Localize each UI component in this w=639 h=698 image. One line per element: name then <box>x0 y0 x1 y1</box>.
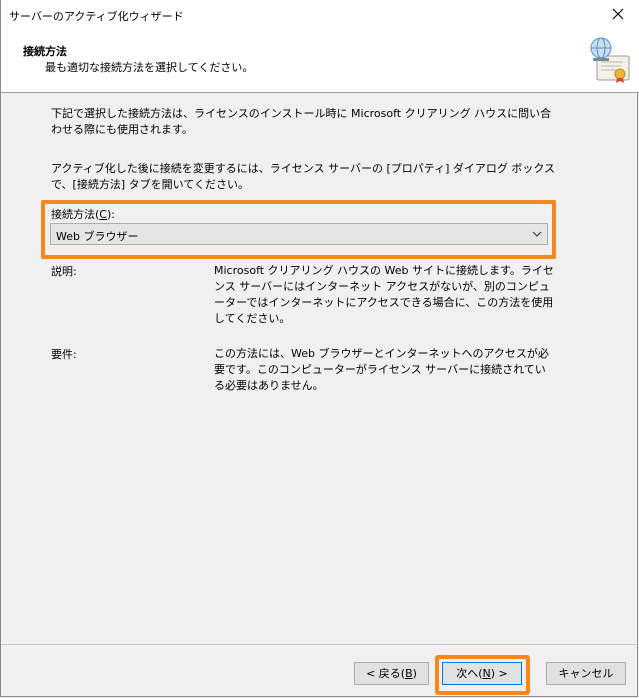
intro-paragraph-1: 下記で選択した接続方法は、ライセンスのインストール時に Microsoft クリ… <box>51 107 552 136</box>
requirements-label: 要件: <box>51 348 77 361</box>
connection-method-value: Web ブラウザー <box>56 230 139 243</box>
page-title: 接続方法 <box>23 45 67 58</box>
connection-method-label: 接続方法(C): <box>51 208 115 221</box>
connection-method-select[interactable]: Web ブラウザー <box>50 223 548 245</box>
wizard-header: 接続方法 最も適切な接続方法を選択してください。 <box>1 30 639 93</box>
intro-paragraph-2: アクティブ化した後に接続を変更するには、ライセンス サーバーの [プロパティ] … <box>51 162 556 191</box>
cancel-button[interactable]: キャンセル <box>546 662 626 685</box>
wizard-window: サーバーのアクティブ化ウィザード 接続方法 最も適切な接続方法を選択してください… <box>0 0 639 697</box>
back-button[interactable]: < 戻る(B) <box>354 662 429 685</box>
title-bar: サーバーのアクティブ化ウィザード <box>1 0 639 30</box>
page-subtitle: 最も適切な接続方法を選択してください。 <box>45 61 254 74</box>
footer-divider <box>1 644 639 645</box>
description-text: Microsoft クリアリング ハウスの Web サイトに接続します。ライセン… <box>214 264 554 325</box>
description-label: 説明: <box>51 265 77 278</box>
chevron-down-icon <box>532 231 542 237</box>
close-icon[interactable] <box>610 6 626 22</box>
window-title: サーバーのアクティブ化ウィザード <box>9 10 184 23</box>
requirements-text: この方法には、Web ブラウザーとインターネットへのアクセスが必要です。このコン… <box>214 347 549 392</box>
next-button[interactable]: 次へ(N) > <box>442 662 522 685</box>
license-certificate-icon <box>590 37 630 83</box>
